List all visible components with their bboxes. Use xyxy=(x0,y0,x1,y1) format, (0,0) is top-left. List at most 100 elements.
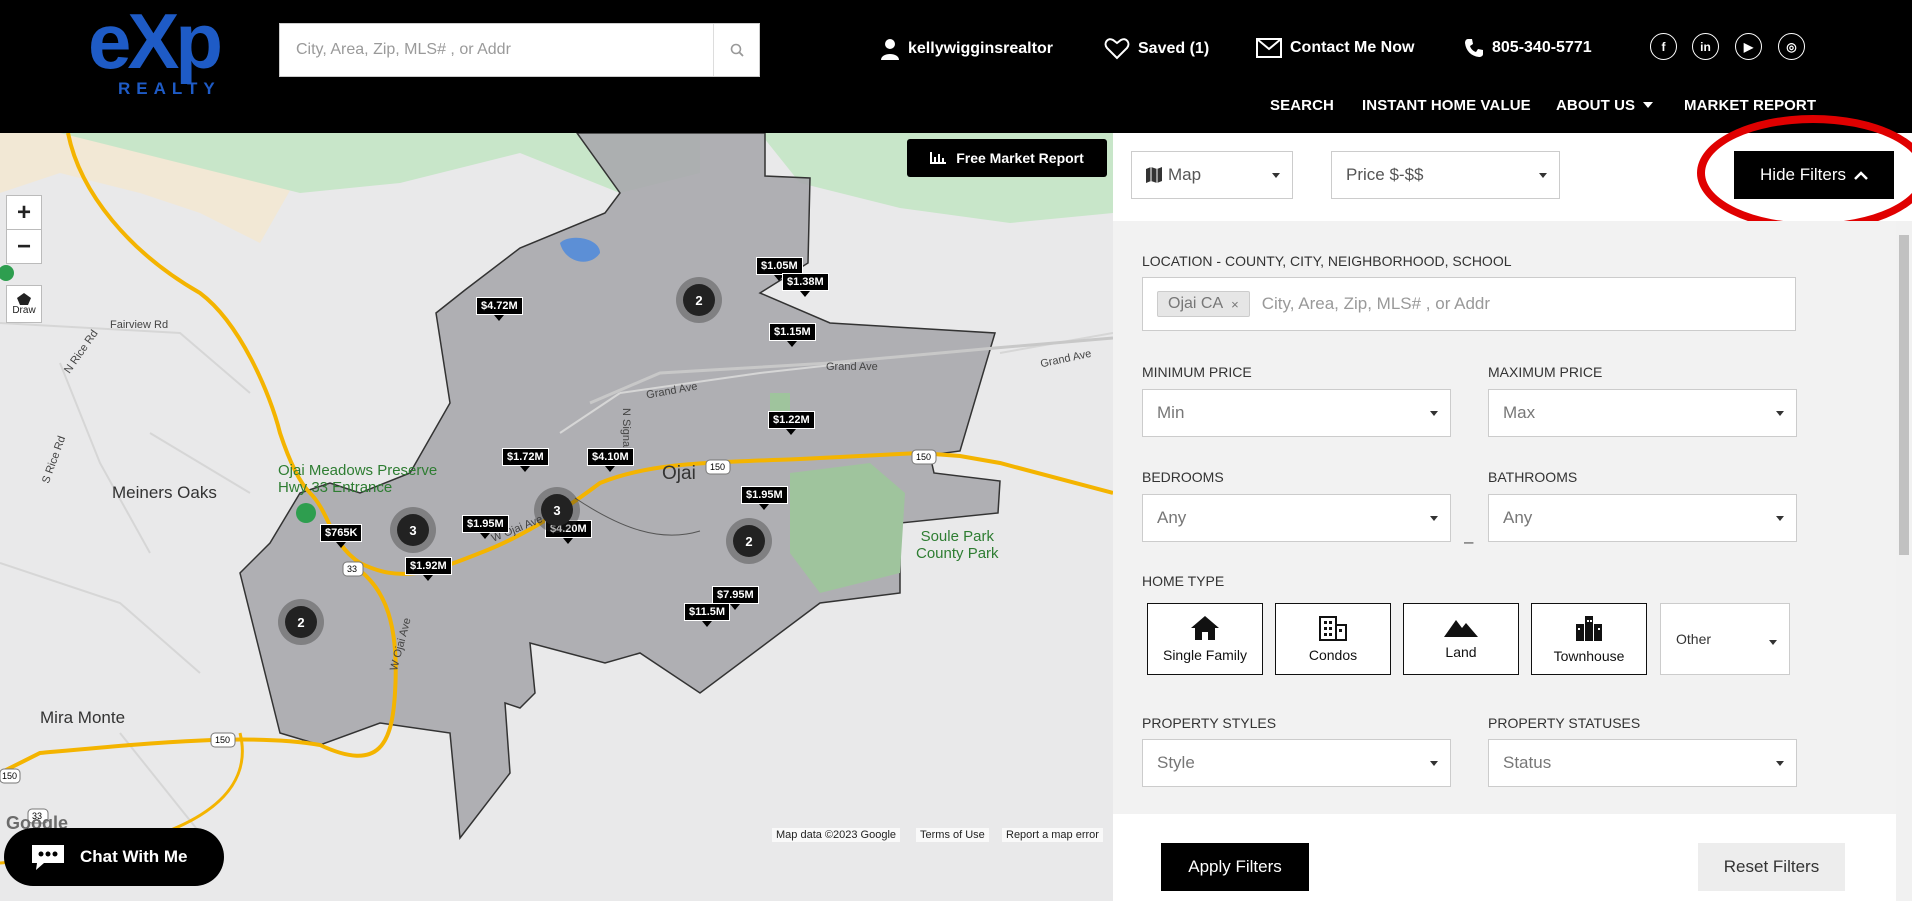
min-price-select[interactable]: Min xyxy=(1142,389,1451,437)
linkedin-icon[interactable]: in xyxy=(1692,33,1719,60)
facebook-icon[interactable]: f xyxy=(1650,33,1677,60)
price-pin[interactable]: $1.95M xyxy=(462,515,509,539)
instagram-icon[interactable]: ◎ xyxy=(1778,33,1805,60)
min-price-value: Min xyxy=(1157,403,1185,422)
apply-filters-label: Apply Filters xyxy=(1188,857,1282,876)
highlight-ring xyxy=(1697,115,1912,231)
price-pin[interactable]: $1.38M xyxy=(782,273,829,297)
svg-text:150: 150 xyxy=(215,735,230,745)
price-pin[interactable]: $4.72M xyxy=(476,297,523,321)
map-data-attribution: Map data ©2023 Google xyxy=(772,828,901,842)
max-price-select[interactable]: Max xyxy=(1488,389,1797,437)
dropdown-caret-icon xyxy=(1430,411,1438,416)
zoom-in-glyph: + xyxy=(16,198,31,226)
bedrooms-value: Any xyxy=(1157,508,1187,527)
youtube-icon[interactable]: ▶ xyxy=(1735,33,1762,60)
listing-cluster[interactable]: 3 xyxy=(534,487,580,533)
panel-topbar: Map Price $-$$ Hide Filters xyxy=(1113,115,1912,231)
nav-instant-home-value[interactable]: INSTANT HOME VALUE xyxy=(1362,97,1531,114)
nav-about-us[interactable]: ABOUT US xyxy=(1556,97,1635,114)
chip-remove-icon[interactable]: × xyxy=(1231,297,1239,312)
home-type-condos[interactable]: Condos xyxy=(1275,603,1391,675)
draw-button[interactable]: Draw xyxy=(6,285,42,323)
scrollbar-thumb[interactable] xyxy=(1899,235,1909,555)
reset-filters-button[interactable]: Reset Filters xyxy=(1698,843,1845,891)
phone-link[interactable]: 805-340-5771 xyxy=(1464,38,1592,58)
free-market-report-button[interactable]: Free Market Report xyxy=(907,139,1107,177)
phone-icon xyxy=(1465,39,1483,57)
chat-label: Chat With Me xyxy=(80,847,188,866)
dropdown-caret-icon xyxy=(1539,173,1547,178)
user-account-link[interactable]: kellywigginsrealtor xyxy=(880,38,1053,60)
soule-park-area xyxy=(790,463,905,593)
price-pin[interactable]: $765K xyxy=(320,524,363,548)
bedrooms-select[interactable]: Any xyxy=(1142,494,1451,542)
price-pin[interactable]: $7.95M xyxy=(712,586,759,610)
search-placeholder: City, Area, Zip, MLS# , or Addr xyxy=(296,41,511,58)
view-select[interactable]: Map xyxy=(1131,151,1293,199)
zoom-in-button[interactable]: + xyxy=(6,195,42,230)
cluster-count: 2 xyxy=(285,606,317,638)
price-pin[interactable]: $1.15M xyxy=(769,323,816,347)
contact-me-link[interactable]: Contact Me Now xyxy=(1256,38,1414,58)
nav-search[interactable]: SEARCH xyxy=(1270,97,1334,114)
price-pin[interactable]: $1.92M xyxy=(405,557,452,581)
exp-realty-logo[interactable]: eXp REALTY xyxy=(86,6,266,98)
home-type-label-townhouse: Townhouse xyxy=(1553,648,1625,664)
price-pin[interactable]: $4.10M xyxy=(587,448,634,472)
chevron-down-icon[interactable] xyxy=(1643,102,1653,109)
cluster-count: 3 xyxy=(397,514,429,546)
price-pin[interactable]: $11.5M xyxy=(684,603,731,627)
price-pin[interactable]: $1.22M xyxy=(768,411,815,435)
header-search-input[interactable]: City, Area, Zip, MLS# , or Addr xyxy=(279,23,760,77)
park-name-line2: Hwy 33 Entrance xyxy=(278,479,393,496)
property-styles-select[interactable]: Style xyxy=(1142,739,1451,787)
price-range-select[interactable]: Price $-$$ xyxy=(1331,151,1560,199)
home-type-label: HOME TYPE xyxy=(1142,573,1225,589)
location-chip[interactable]: Ojai CA × xyxy=(1157,291,1250,317)
listing-cluster[interactable]: 2 xyxy=(278,599,324,645)
polygon-icon xyxy=(17,292,31,305)
min-price-label: MINIMUM PRICE xyxy=(1142,364,1252,380)
svg-text:150: 150 xyxy=(916,452,931,462)
home-type-townhouse[interactable]: Townhouse xyxy=(1531,603,1647,675)
bathrooms-select[interactable]: Any xyxy=(1488,494,1797,542)
listing-cluster[interactable]: 2 xyxy=(726,518,772,564)
cluster-count: 2 xyxy=(683,284,715,316)
saved-link[interactable]: Saved (1) xyxy=(1104,38,1209,60)
chat-with-me-button[interactable]: Chat With Me xyxy=(4,828,224,886)
home-type-label-condos: Condos xyxy=(1308,647,1358,663)
panel-scrollbar[interactable] xyxy=(1896,221,1912,901)
zoom-out-button[interactable]: − xyxy=(6,229,42,264)
svg-text:150: 150 xyxy=(2,771,17,781)
location-input[interactable]: Ojai CA × City, Area, Zip, MLS# , or Add… xyxy=(1142,277,1796,331)
nav-market-report[interactable]: MARKET REPORT xyxy=(1684,97,1816,114)
listing-cluster[interactable]: 3 xyxy=(390,507,436,553)
search-button[interactable] xyxy=(713,24,759,76)
price-pin[interactable]: $1.72M xyxy=(502,448,549,472)
home-type-label-single-family: Single Family xyxy=(1162,647,1248,663)
bathrooms-value: Any xyxy=(1503,508,1533,527)
listing-cluster[interactable]: 2 xyxy=(676,277,722,323)
park-label-soule: Soule Park County Park xyxy=(916,528,999,562)
city-label-ojai: Ojai xyxy=(662,463,696,484)
max-price-value: Max xyxy=(1503,403,1536,422)
terms-of-use-link[interactable]: Terms of Use xyxy=(916,828,989,842)
park-name-soule-line1: Soule Park xyxy=(920,528,994,545)
map-area[interactable]: 150 150 33 150 33 150 Ojai Meiners Oaks … xyxy=(0,133,1113,901)
youtube-glyph: ▶ xyxy=(1743,39,1754,54)
property-statuses-select[interactable]: Status xyxy=(1488,739,1797,787)
price-range-dash: – xyxy=(1464,532,1474,551)
heart-icon xyxy=(1104,38,1130,60)
bedrooms-label: BEDROOMS xyxy=(1142,469,1224,485)
home-type-label-land: Land xyxy=(1445,644,1477,660)
park-pin-icon-edge xyxy=(0,265,14,281)
report-map-error-link[interactable]: Report a map error xyxy=(1002,828,1103,842)
home-type-single-family[interactable]: Single Family xyxy=(1147,603,1263,675)
park-name-soule-line2: County Park xyxy=(916,545,999,562)
park-name-line1: Ojai Meadows Preserve xyxy=(278,462,438,479)
price-pin[interactable]: $1.95M xyxy=(741,486,788,510)
home-type-land[interactable]: Land xyxy=(1403,603,1519,675)
apply-filters-button[interactable]: Apply Filters xyxy=(1161,843,1309,891)
home-type-other-select[interactable]: Other xyxy=(1660,603,1790,675)
